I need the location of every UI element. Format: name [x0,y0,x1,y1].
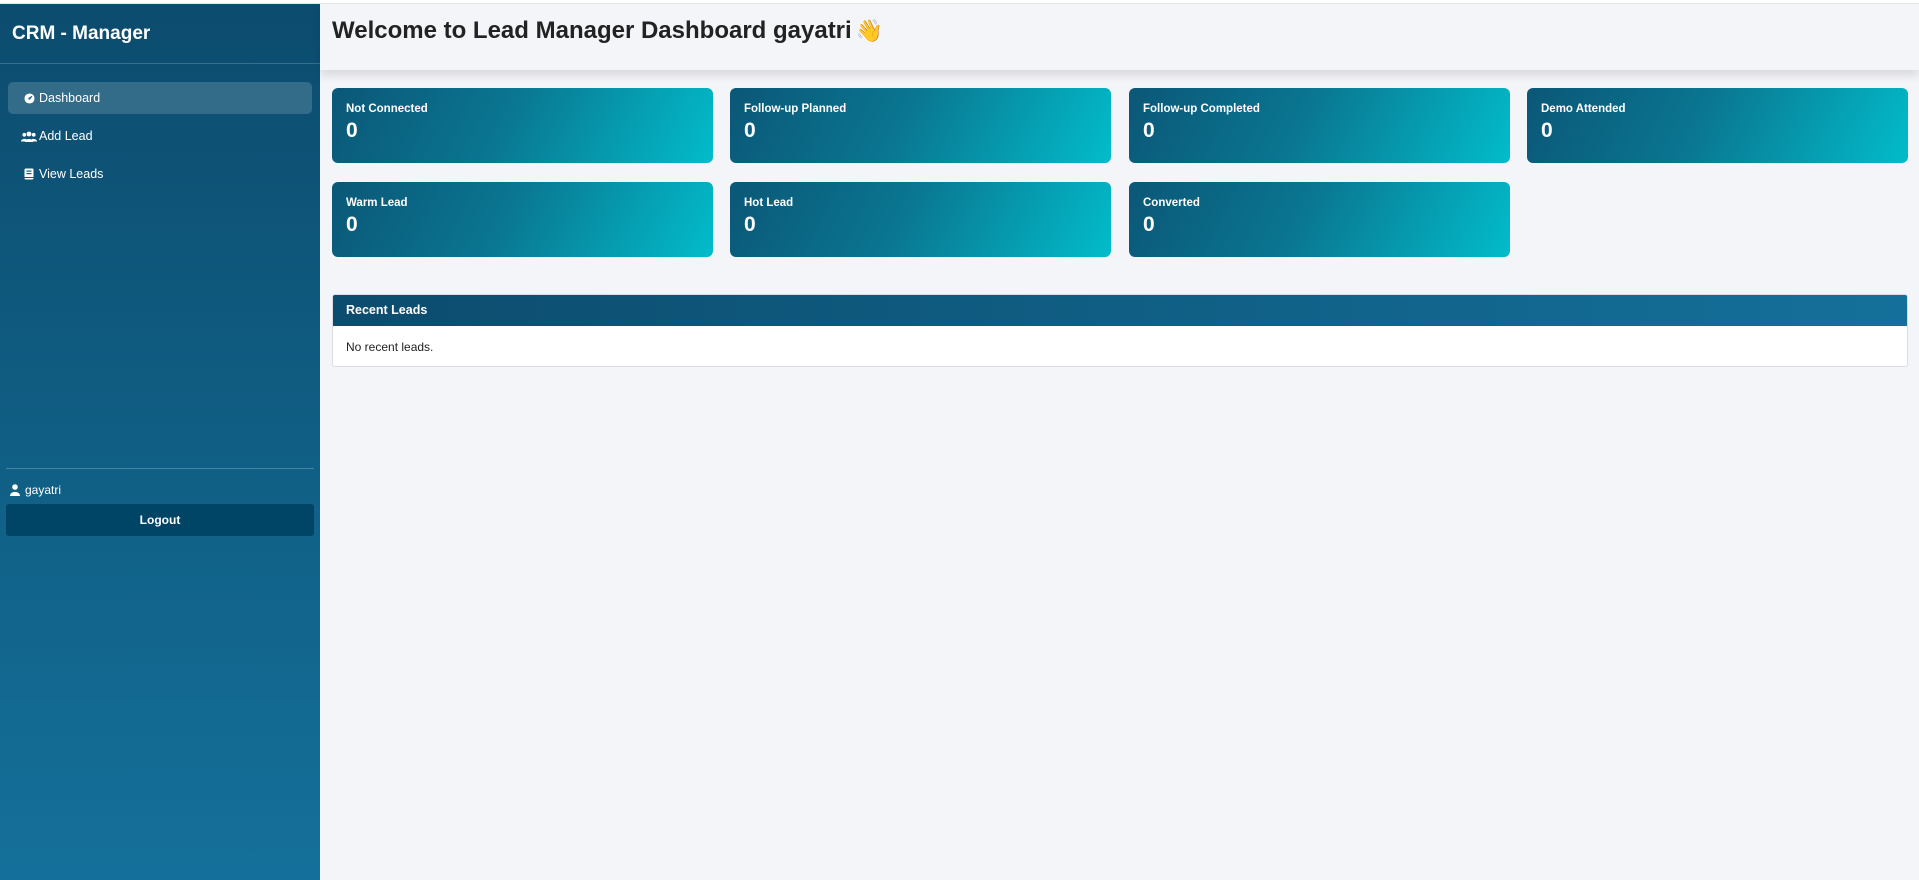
user-icon [8,483,22,497]
stat-card-label: Warm Lead [346,197,408,209]
stat-card-demo-attended[interactable]: Demo Attended 0 [1527,88,1908,163]
stat-card-value: 0 [346,119,358,142]
stat-card-value: 0 [744,119,756,142]
stat-card-value: 0 [1541,119,1553,142]
sidebar: CRM - Manager Dashboard Add Lead View Le… [0,4,320,880]
app-root: CRM - Manager Dashboard Add Lead View Le… [0,0,1919,880]
sidebar-nav: Dashboard Add Lead View Leads [0,64,320,190]
main-content: Welcome to Lead Manager Dashboard gayatr… [320,4,1919,880]
stat-card-follow-up-completed[interactable]: Follow-up Completed 0 [1129,88,1510,163]
recent-leads-title: Recent Leads [333,295,1907,326]
sidebar-item-label: Add Lead [39,129,93,143]
stat-card-value: 0 [1143,119,1155,142]
stat-card-not-connected[interactable]: Not Connected 0 [332,88,713,163]
logout-button[interactable]: Logout [6,504,314,536]
sidebar-item-dashboard[interactable]: Dashboard [8,82,312,114]
sidebar-item-view-leads[interactable]: View Leads [8,158,312,190]
stat-card-follow-up-planned[interactable]: Follow-up Planned 0 [730,88,1111,163]
wave-emoji-icon: 👋 [855,18,884,43]
dashboard-icon [21,91,37,105]
users-icon [21,129,37,143]
stat-card-label: Follow-up Completed [1143,103,1260,115]
page-title: Welcome to Lead Manager Dashboard gayatr… [332,17,883,45]
page-title-text: Welcome to Lead Manager Dashboard gayatr… [332,17,852,44]
page-header: Welcome to Lead Manager Dashboard gayatr… [320,4,1919,70]
recent-leads-empty-text: No recent leads. [346,340,434,354]
stat-card-label: Demo Attended [1541,103,1626,115]
sidebar-item-label: View Leads [39,167,104,181]
book-icon [21,167,37,181]
current-user: gayatri [8,483,314,497]
sidebar-footer: gayatri Logout [6,468,314,536]
stat-card-hot-lead[interactable]: Hot Lead 0 [730,182,1111,257]
sidebar-item-label: Dashboard [39,91,101,105]
stat-card-label: Hot Lead [744,197,794,209]
sidebar-item-add-lead[interactable]: Add Lead [8,120,312,152]
stat-card-value: 0 [744,213,756,236]
recent-leads-panel: Recent Leads No recent leads. [332,294,1908,367]
stat-card-label: Follow-up Planned [744,103,847,115]
stat-card-converted[interactable]: Converted 0 [1129,182,1510,257]
stat-card-value: 0 [1143,213,1155,236]
stat-card-label: Not Connected [346,103,428,115]
stat-card-label: Converted [1143,197,1200,209]
stat-card-warm-lead[interactable]: Warm Lead 0 [332,182,713,257]
user-name: gayatri [25,483,62,497]
stat-card-value: 0 [346,213,358,236]
brand-title: CRM - Manager [0,4,320,64]
